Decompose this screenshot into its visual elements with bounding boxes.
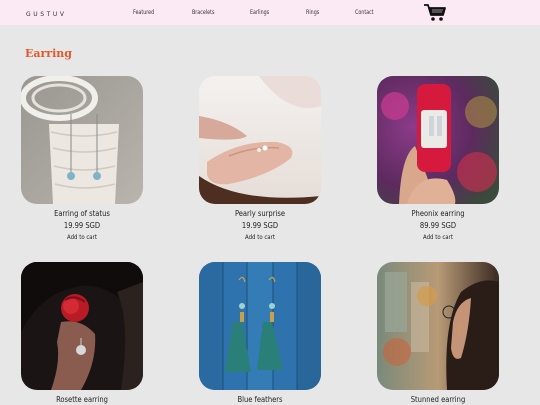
product-card: Rosette earring (21, 262, 143, 404)
product-image[interactable] (199, 76, 321, 204)
add-to-cart-button[interactable]: Add to cart (377, 234, 499, 241)
product-image[interactable] (377, 76, 499, 204)
product-price: 89.99 SGD (419, 221, 457, 230)
nav-link-rings[interactable]: Rings (306, 8, 319, 16)
product-image[interactable] (21, 262, 143, 390)
add-to-cart-button[interactable]: Add to cart (21, 234, 143, 241)
nav-link-featured[interactable]: Featured (133, 8, 154, 16)
product-name[interactable]: Pheonix earring (377, 209, 499, 218)
product-name[interactable]: Earring of status (21, 209, 143, 218)
add-to-cart-button[interactable]: Add to cart (199, 234, 321, 241)
cart-icon[interactable] (423, 3, 447, 22)
product-card: Earring of status 19.99 SGD Add to cart (21, 76, 143, 241)
nav-link-bracelets[interactable]: Bracelets (192, 8, 214, 16)
top-nav: GUSTUV Featured Bracelets Earlings Rings… (0, 0, 540, 25)
product-price: 19.99 SGD (63, 221, 101, 230)
product-card: Pearly surprise 19.99 SGD Add to cart (199, 76, 321, 241)
product-card: Stunned earring (377, 262, 499, 404)
nav-link-contact[interactable]: Contact (355, 8, 374, 16)
brand-logo[interactable]: GUSTUV (26, 11, 67, 18)
product-image[interactable] (377, 262, 499, 390)
product-name[interactable]: Pearly surprise (199, 209, 321, 218)
product-price: 19.99 SGD (241, 221, 279, 230)
section-title: Earring (25, 47, 72, 60)
product-image[interactable] (21, 76, 143, 204)
product-name[interactable]: Rosette earring (21, 395, 143, 404)
product-card: Blue feathers (199, 262, 321, 404)
product-name[interactable]: Stunned earring (377, 395, 499, 404)
product-card: Pheonix earring 89.99 SGD Add to cart (377, 76, 499, 241)
nav-link-earlings[interactable]: Earlings (250, 8, 269, 16)
product-image[interactable] (199, 262, 321, 390)
product-name[interactable]: Blue feathers (199, 395, 321, 404)
